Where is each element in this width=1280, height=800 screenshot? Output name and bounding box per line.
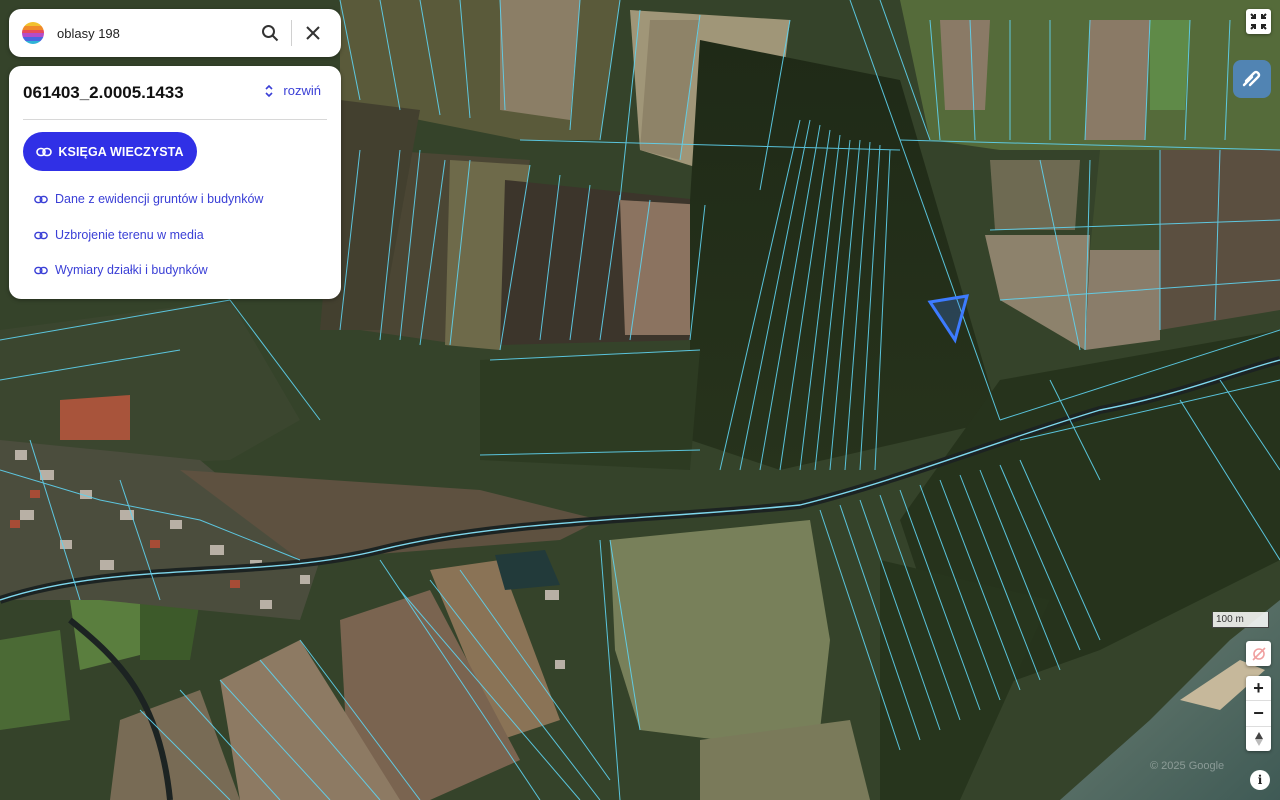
zoom-controls: + − xyxy=(1246,676,1271,751)
link-uzbrojenie-terenu[interactable]: Uzbrojenie terenu w media xyxy=(34,228,204,242)
map-scale: 100 m xyxy=(1212,612,1269,628)
link-dane-ewidencji[interactable]: Dane z ewidencji gruntów i budynków xyxy=(34,192,263,206)
compass-button[interactable] xyxy=(1246,725,1271,751)
link-label: Uzbrojenie terenu w media xyxy=(55,228,204,242)
link-icon xyxy=(34,231,48,239)
app-logo xyxy=(22,22,44,44)
close-icon xyxy=(306,26,320,40)
link-icon xyxy=(36,147,53,156)
parcel-id: 061403_2.0005.1433 xyxy=(23,83,184,102)
compass-icon xyxy=(1254,731,1263,746)
expand-toggle[interactable]: rozwiń xyxy=(265,83,321,98)
expand-label: rozwiń xyxy=(283,83,321,98)
link-icon xyxy=(34,195,48,203)
map-attribution: © 2025 Google xyxy=(1150,760,1225,772)
my-location-button[interactable] xyxy=(1246,641,1271,666)
search-divider xyxy=(291,20,292,46)
chevron-up-down-icon xyxy=(265,84,273,97)
layers-button[interactable] xyxy=(1233,60,1271,98)
link-label: Wymiary działki i budynków xyxy=(55,263,208,277)
fullscreen-exit-icon xyxy=(1250,13,1267,30)
search-input[interactable] xyxy=(57,25,247,41)
location-off-icon xyxy=(1251,646,1266,661)
close-search-button[interactable] xyxy=(298,18,328,48)
zoom-in-button[interactable]: + xyxy=(1246,676,1271,700)
zoom-out-button[interactable]: − xyxy=(1246,700,1271,725)
layers-icon xyxy=(1242,70,1261,87)
link-wymiary-dzialki[interactable]: Wymiary działki i budynków xyxy=(34,263,208,277)
link-label: Dane z ewidencji gruntów i budynków xyxy=(55,192,264,206)
search-box xyxy=(9,9,341,57)
ksiega-wieczysta-label: KSIĘGA WIECZYSTA xyxy=(58,144,184,159)
info-button[interactable]: i xyxy=(1250,770,1270,790)
parcel-info-panel: 061403_2.0005.1433 rozwiń KSIĘGA WIECZYS… xyxy=(9,66,341,299)
fullscreen-exit-button[interactable] xyxy=(1246,9,1271,34)
search-icon xyxy=(262,25,279,42)
panel-divider xyxy=(23,119,327,120)
ksiega-wieczysta-button[interactable]: KSIĘGA WIECZYSTA xyxy=(23,132,197,171)
search-button[interactable] xyxy=(255,18,285,48)
link-icon xyxy=(34,266,48,274)
